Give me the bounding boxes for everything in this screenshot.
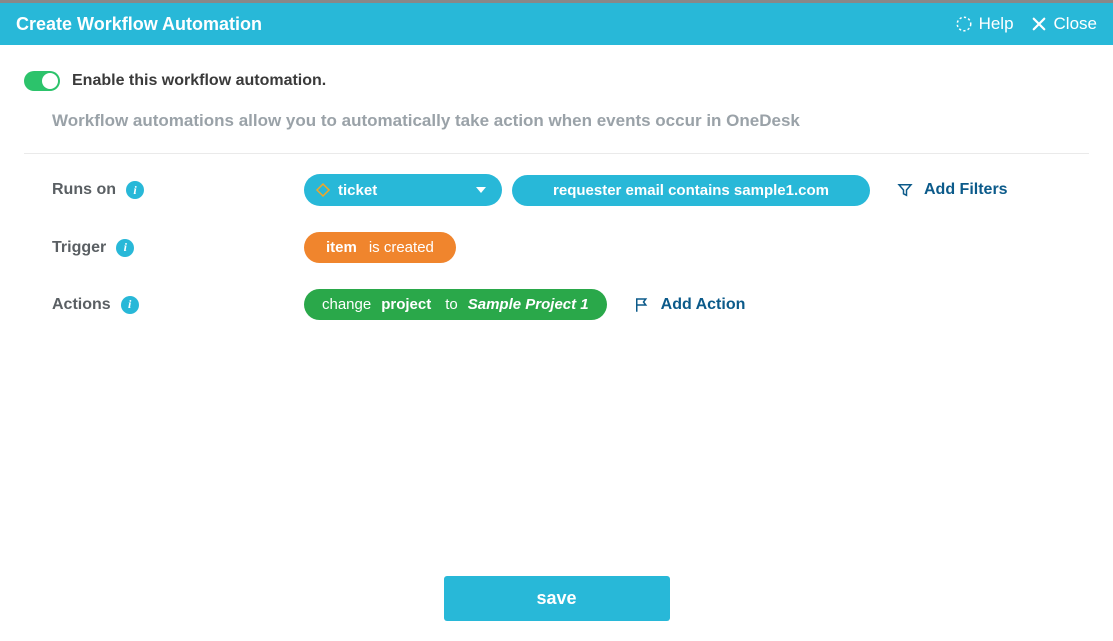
enable-toggle-label: Enable this workflow automation. [72, 72, 326, 90]
ticket-icon [314, 181, 332, 199]
actions-label-group: Actions i [52, 296, 304, 314]
trigger-label-group: Trigger i [52, 239, 304, 257]
flag-icon [633, 296, 651, 314]
actions-label: Actions [52, 296, 111, 314]
info-icon[interactable]: i [126, 181, 144, 199]
add-filters-button[interactable]: Add Filters [896, 181, 1008, 199]
modal-footer: save [0, 576, 1113, 621]
runs-on-row: Runs on i ticket requester email contain… [24, 174, 1089, 206]
trigger-predicate: is created [369, 239, 434, 256]
action-to-word: to [445, 296, 458, 313]
filter-icon [896, 181, 914, 199]
add-action-button[interactable]: Add Action [633, 296, 746, 314]
runs-on-filter-text: requester email contains sample1.com [553, 182, 829, 199]
runs-on-label-group: Runs on i [52, 181, 304, 199]
actions-row: Actions i change project to Sample Proje… [24, 289, 1089, 320]
runs-on-filter-pill[interactable]: requester email contains sample1.com [512, 175, 870, 206]
trigger-subject: item [326, 239, 357, 256]
close-label: Close [1054, 14, 1097, 34]
modal-title: Create Workflow Automation [16, 14, 262, 35]
actions-body: change project to Sample Project 1 Add A… [304, 289, 745, 320]
close-button[interactable]: Close [1030, 14, 1097, 34]
section-divider [24, 153, 1089, 154]
enable-toggle-row: Enable this workflow automation. [24, 71, 1089, 91]
action-change-word: change [322, 296, 371, 313]
action-field: project [381, 296, 431, 313]
help-label: Help [979, 14, 1014, 34]
trigger-body: item is created [304, 232, 456, 263]
help-icon [955, 15, 973, 33]
runs-on-type-value: ticket [338, 182, 377, 199]
info-icon[interactable]: i [121, 296, 139, 314]
runs-on-type-select[interactable]: ticket [304, 174, 502, 206]
help-button[interactable]: Help [955, 14, 1014, 34]
runs-on-label: Runs on [52, 181, 116, 199]
add-action-label: Add Action [661, 296, 746, 314]
modal-body: Enable this workflow automation. Workflo… [0, 45, 1113, 320]
action-pill[interactable]: change project to Sample Project 1 [304, 289, 607, 320]
chevron-down-icon [476, 187, 486, 193]
enable-toggle[interactable] [24, 71, 60, 91]
trigger-row: Trigger i item is created [24, 232, 1089, 263]
modal-header: Create Workflow Automation Help Close [0, 3, 1113, 45]
close-icon [1030, 15, 1048, 33]
trigger-pill[interactable]: item is created [304, 232, 456, 263]
header-actions: Help Close [955, 14, 1097, 34]
automation-description: Workflow automations allow you to automa… [24, 111, 1089, 153]
action-value: Sample Project 1 [468, 296, 589, 313]
save-button[interactable]: save [444, 576, 670, 621]
runs-on-body: ticket requester email contains sample1.… [304, 174, 1008, 206]
info-icon[interactable]: i [116, 239, 134, 257]
add-filters-label: Add Filters [924, 181, 1008, 199]
trigger-label: Trigger [52, 239, 106, 257]
